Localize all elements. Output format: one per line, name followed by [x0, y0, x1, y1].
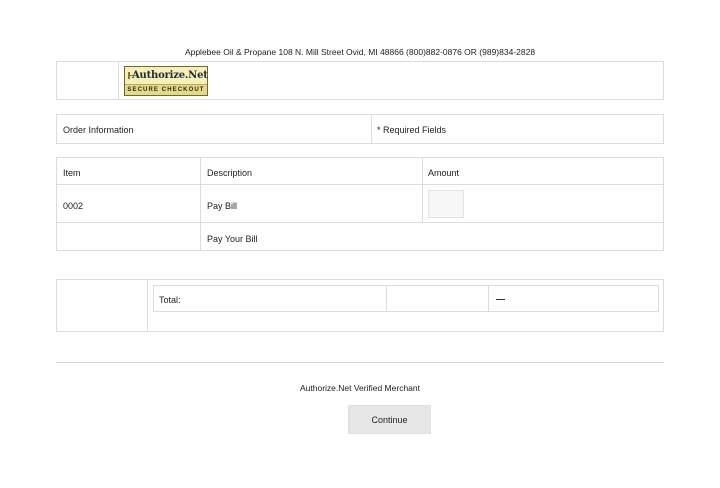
order-information-title: Order Information [63, 125, 134, 135]
total-label: Total: [159, 295, 181, 305]
authorize-net-seal[interactable]: Authorize.Net SECURE CHECKOUT [124, 66, 208, 96]
totals-row: Total: — [153, 285, 659, 312]
amount-input[interactable] [428, 190, 464, 218]
total-value: — [496, 294, 505, 304]
order-information-row: Order Information * Required Fields [56, 114, 664, 144]
verified-merchant-text: Authorize.Net Verified Merchant [299, 383, 420, 393]
logo-row: Authorize.Net SECURE CHECKOUT [56, 61, 664, 100]
row-divider [57, 184, 663, 185]
credit-card-icon [128, 72, 135, 79]
section-separator [56, 362, 664, 363]
totals-cell-divider [488, 286, 489, 311]
header-amount: Amount [428, 168, 460, 178]
row-item-id: 0002 [63, 201, 84, 211]
header-item: Item [63, 168, 81, 178]
column-divider [200, 158, 201, 250]
totals-box: Total: — [56, 279, 664, 332]
row-description-detail: Pay Your Bill [207, 234, 258, 244]
totals-cell-divider [386, 286, 387, 311]
continue-button[interactable]: Continue [348, 405, 431, 434]
row-description: Pay Bill [207, 201, 238, 211]
row-divider [57, 222, 663, 223]
totals-divider [147, 280, 148, 331]
logo-row-empty-cell [57, 62, 119, 99]
seal-brand: Authorize.Net [132, 70, 208, 81]
column-divider [422, 158, 423, 222]
items-table: Item Description Amount 0002 Pay Bill Pa… [56, 157, 664, 251]
merchant-header: Applebee Oil & Propane 108 N. Mill Stree… [184, 47, 536, 57]
seal-subtitle: SECURE CHECKOUT [125, 84, 207, 95]
required-fields-note: * Required Fields [377, 125, 447, 135]
header-description: Description [207, 168, 253, 178]
order-row-divider [371, 115, 372, 143]
